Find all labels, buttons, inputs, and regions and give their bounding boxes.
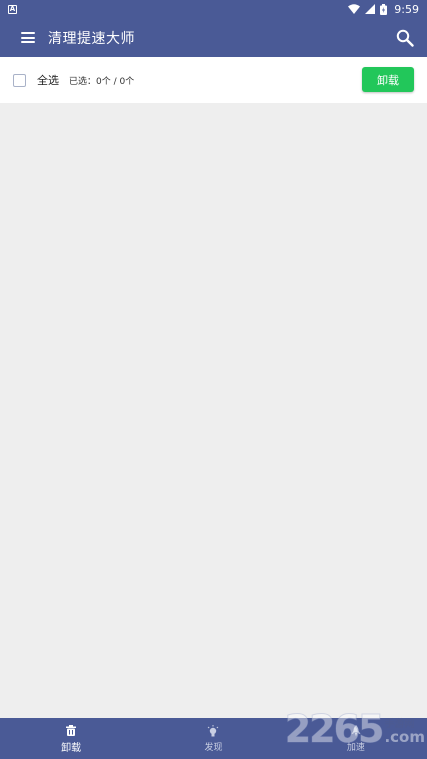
rocket-icon (351, 725, 361, 738)
battery-icon (380, 3, 388, 15)
menu-button[interactable] (8, 18, 48, 57)
nav-tab-uninstall[interactable]: 卸载 (0, 718, 142, 759)
trash-icon (66, 724, 77, 737)
select-all-label[interactable]: 全选 (37, 72, 59, 88)
nav-label-boost: 加速 (346, 742, 365, 753)
app-list-area (0, 103, 427, 718)
nav-label-discover: 发现 (204, 742, 223, 753)
nav-label-uninstall: 卸载 (61, 742, 82, 754)
app-title: 清理提速大师 (48, 30, 135, 47)
status-time: 9:59 (394, 2, 419, 16)
search-icon (396, 29, 414, 47)
wifi-icon (348, 4, 361, 14)
search-button[interactable] (393, 26, 417, 50)
select-all-checkbox[interactable] (13, 73, 26, 87)
hamburger-menu-icon (21, 32, 35, 43)
app-bar: 清理提速大师 (0, 18, 427, 57)
app-screen: A 9:59 清理提速大师 全选 已选：0个 / 0个 卸载 卸载 发现 加速 … (0, 0, 427, 759)
selected-count-text: 已选：0个 / 0个 (69, 76, 135, 87)
uninstall-button[interactable]: 卸载 (362, 67, 414, 92)
selection-toolbar: 全选 已选：0个 / 0个 卸载 (0, 57, 427, 103)
lightbulb-icon (207, 725, 219, 738)
status-right: 9:59 (348, 3, 419, 16)
nav-tab-discover[interactable]: 发现 (142, 718, 284, 759)
nav-tab-boost[interactable]: 加速 (285, 718, 427, 759)
bottom-navigation: 卸载 发现 加速 (0, 718, 427, 759)
notification-icon: A (8, 4, 17, 14)
status-bar: A 9:59 (0, 0, 427, 18)
status-left: A (8, 4, 17, 14)
signal-icon (365, 4, 376, 14)
